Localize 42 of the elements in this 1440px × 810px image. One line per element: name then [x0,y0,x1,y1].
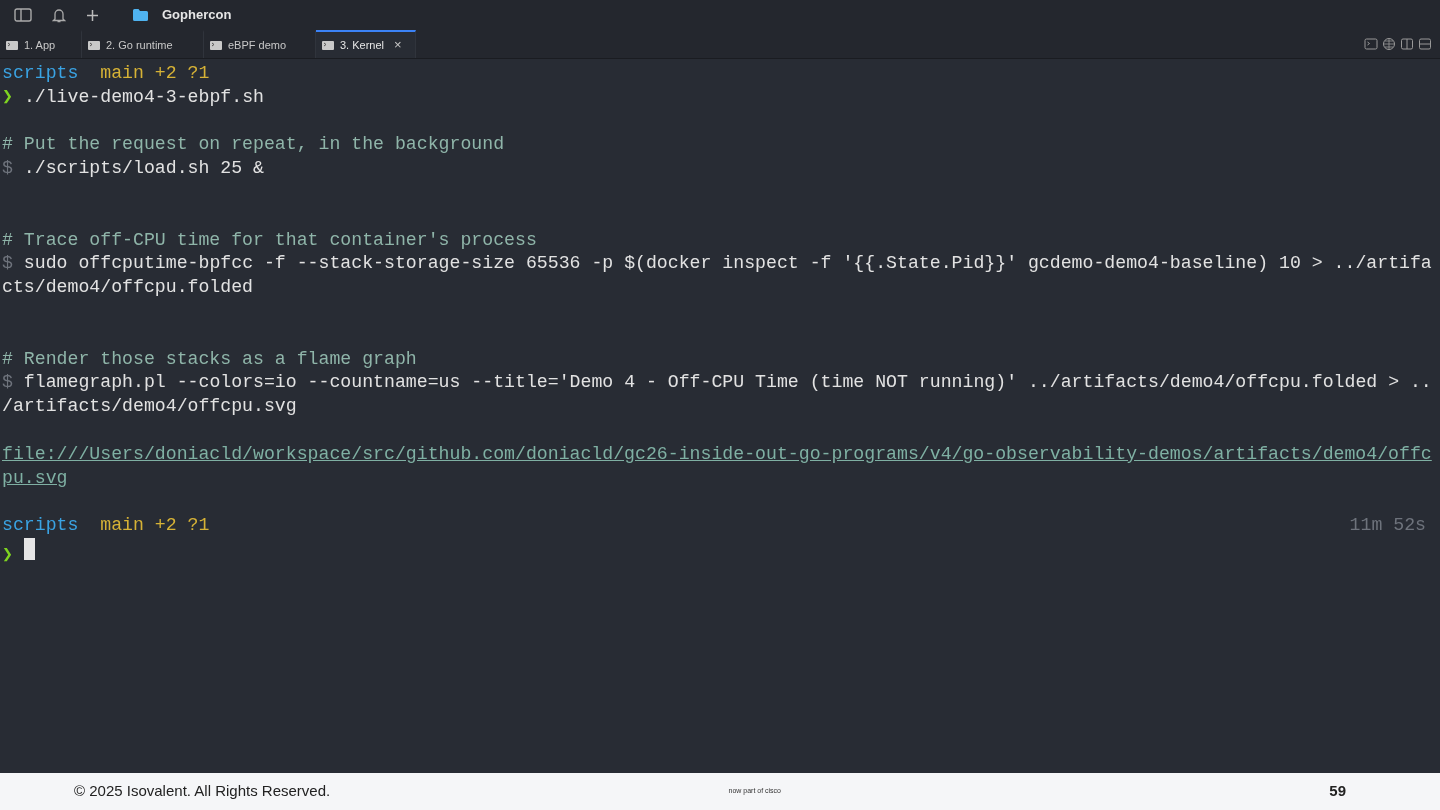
comment-text: # Render those stacks as a flame graph [2,348,417,369]
directory-name: scripts [2,515,79,536]
prompt-symbol: ❯ [2,86,13,107]
command-text: cts/demo4/offcpu.folded [2,277,254,298]
git-branch: main [100,63,144,83]
split-horizontal-icon[interactable] [1418,37,1432,51]
terminal-icon [6,40,18,50]
close-icon[interactable]: × [394,35,402,55]
comment-text: # Trace off-CPU time for that container's process [2,229,537,250]
file-link[interactable]: pu.svg [2,467,68,488]
copyright-text: © 2025 Isovalent. All Rights Reserved. [74,781,331,802]
git-branch: main [100,515,144,536]
tab[interactable]: 2. Go runtime [82,30,204,58]
plus-icon[interactable] [86,8,99,22]
prompt-symbol: $ [2,253,13,274]
split-vertical-icon[interactable] [1400,37,1414,51]
terminal-icon [210,40,222,50]
window-title: Gophercon [162,6,232,25]
command-text: ./live-demo4-3-ebpf.sh [23,86,264,107]
command-text: sudo offcputime-bpfcc -f --stack-storage-size 65536 -p $(docker inspect -f '{{.State.Pid}}' gcdemo-demo4-baseline) 10 > ../artifa [23,253,1432,274]
prompt-symbol: ❯ [2,544,13,565]
git-status: +2 ?1 [154,515,210,536]
sidebar-icon[interactable] [14,8,32,22]
terminal-icon[interactable] [1364,37,1378,51]
folder-icon [133,9,148,21]
prompt-symbol: $ [2,372,13,393]
prompt-symbol: $ [2,158,13,179]
bell-icon[interactable] [52,7,66,23]
git-status: +2 ?1 [154,63,210,83]
file-link[interactable]: file:///Users/doniacld/workspace/src/github.com/doniacld/gc26-inside-out-go-programs/v4/go-observability-demos/artifacts/demo4/offc [2,443,1432,464]
tab[interactable]: 3. Kernel × [316,30,416,58]
command-text: /artifacts/demo4/offcpu.svg [2,396,297,417]
command-text: ./scripts/load.sh 25 & [23,158,264,179]
tab[interactable]: 1. App [0,30,82,58]
comment-text: # Put the request on repeat, in the background [2,134,505,155]
terminal-icon [88,40,100,50]
globe-icon[interactable] [1382,37,1396,51]
terminal-icon [322,40,334,50]
command-duration: 11m 52s [1349,514,1426,538]
command-text: flamegraph.pl --colors=io --countname=us --title='Demo 4 - Off-CPU Time (time NOT running)' ../artifacts/demo4/offcpu.folded > .. [23,372,1432,393]
page-number: 59 [1329,781,1346,802]
directory-name: scripts [2,63,79,83]
